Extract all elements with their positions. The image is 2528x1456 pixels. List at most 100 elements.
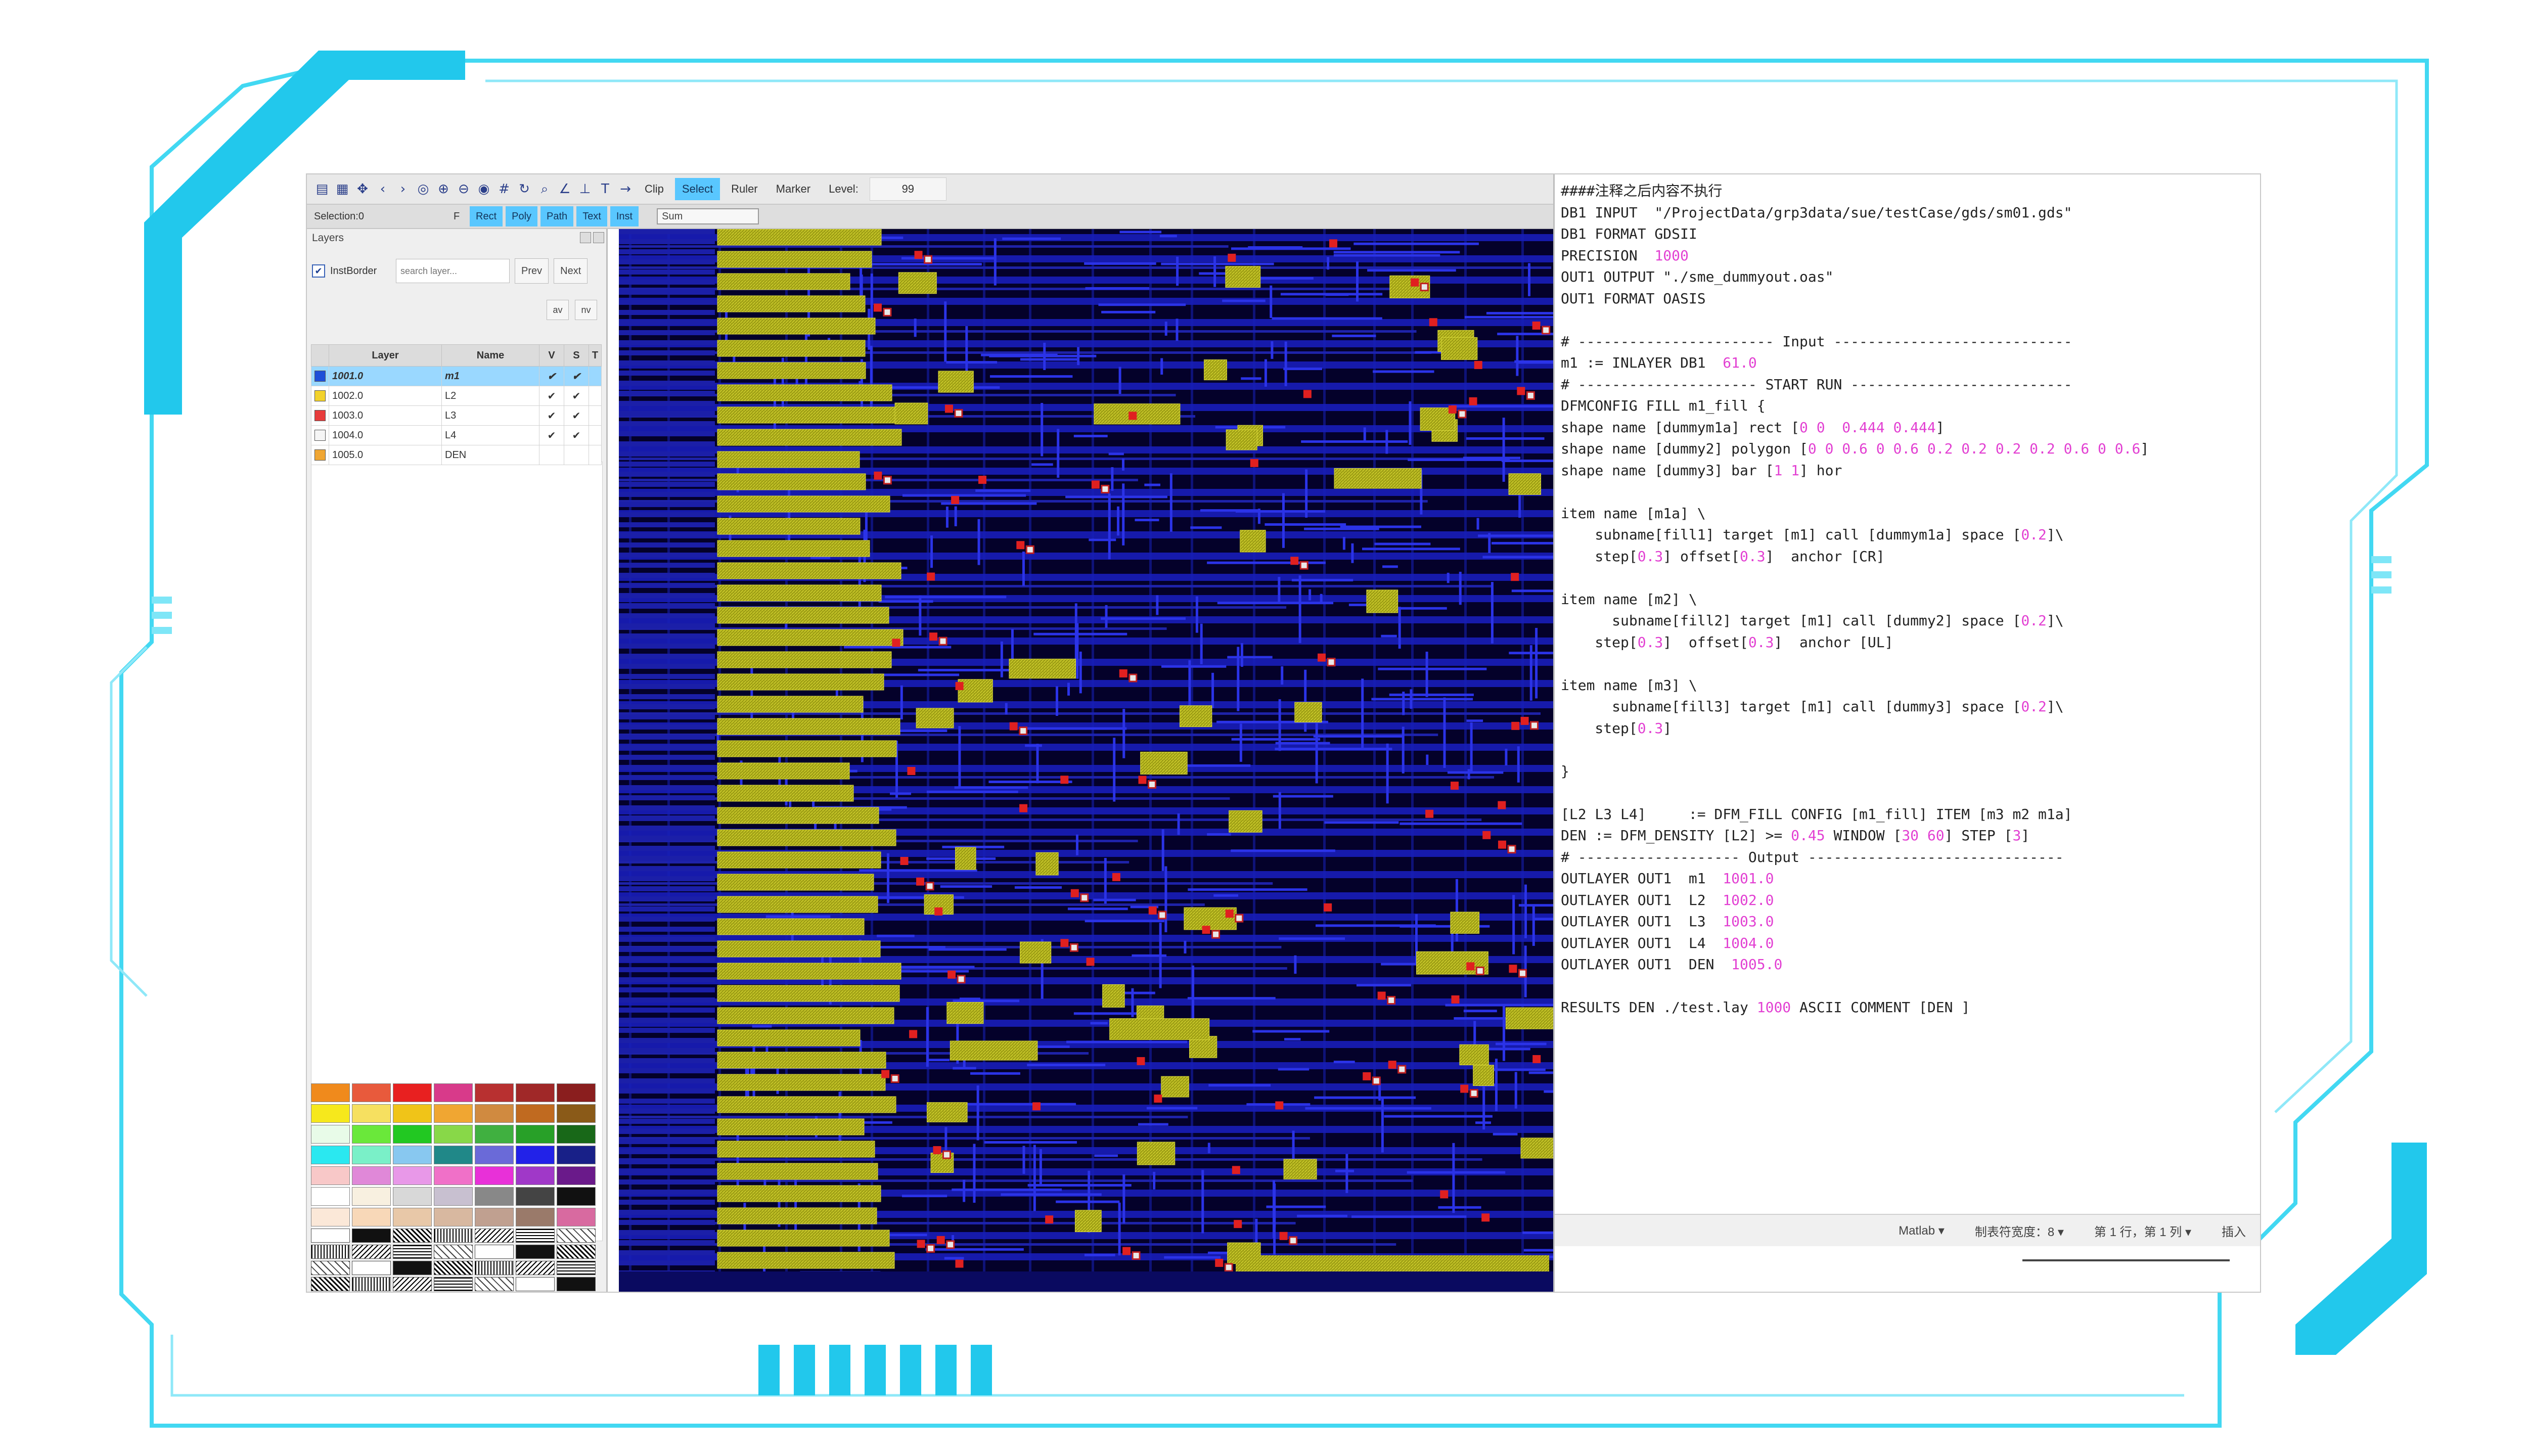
- palette-color-swatch[interactable]: [311, 1083, 350, 1102]
- all-visible-button[interactable]: av: [547, 300, 569, 320]
- move-icon[interactable]: ✥: [354, 181, 371, 197]
- fill-pattern-swatch[interactable]: [393, 1228, 432, 1243]
- palette-color-swatch[interactable]: [311, 1208, 350, 1226]
- eye-icon[interactable]: ◉: [476, 181, 492, 197]
- visible-column-header[interactable]: V: [539, 344, 564, 367]
- fill-pattern-swatch[interactable]: [557, 1245, 596, 1259]
- palette-color-swatch[interactable]: [393, 1187, 432, 1206]
- fill-pattern-swatch[interactable]: [311, 1277, 350, 1291]
- fill-pattern-swatch[interactable]: [393, 1245, 432, 1259]
- layer-color-swatch-box[interactable]: [314, 410, 326, 422]
- fill-pattern-swatch[interactable]: [434, 1245, 473, 1259]
- zoom-out-icon[interactable]: ⊖: [456, 181, 472, 197]
- palette-color-swatch[interactable]: [393, 1146, 432, 1164]
- palette-color-swatch[interactable]: [475, 1166, 514, 1185]
- fill-pattern-swatch[interactable]: [352, 1245, 391, 1259]
- palette-color-swatch[interactable]: [475, 1125, 514, 1144]
- palette-color-swatch[interactable]: [434, 1083, 473, 1102]
- layer-column-header[interactable]: Layer: [329, 344, 442, 367]
- fill-pattern-swatch[interactable]: [434, 1261, 473, 1275]
- mode-text[interactable]: Text: [576, 206, 607, 226]
- palette-color-swatch[interactable]: [434, 1187, 473, 1206]
- palette-color-swatch[interactable]: [311, 1146, 350, 1164]
- palette-color-swatch[interactable]: [434, 1146, 473, 1164]
- fill-pattern-swatch[interactable]: [434, 1228, 473, 1243]
- sum-field[interactable]: Sum: [657, 208, 759, 224]
- layer-color-swatch-box[interactable]: [314, 430, 326, 441]
- palette-color-swatch[interactable]: [516, 1083, 555, 1102]
- palette-color-swatch[interactable]: [557, 1125, 596, 1144]
- palette-color-swatch[interactable]: [352, 1166, 391, 1185]
- fill-pattern-swatch[interactable]: [311, 1228, 350, 1243]
- palette-color-swatch[interactable]: [393, 1125, 432, 1144]
- fill-pattern-swatch[interactable]: [557, 1277, 596, 1291]
- prev-button[interactable]: Prev: [515, 258, 549, 284]
- search-icon[interactable]: ⌕: [536, 181, 553, 197]
- back-icon[interactable]: ‹: [375, 181, 391, 197]
- text-check[interactable]: [588, 366, 602, 386]
- zoom-in-icon[interactable]: ⊕: [435, 181, 452, 197]
- selectable-check[interactable]: ✔: [563, 425, 589, 445]
- fill-pattern-swatch[interactable]: [475, 1261, 514, 1275]
- fill-pattern-swatch[interactable]: [434, 1277, 473, 1291]
- selectable-check[interactable]: ✔: [563, 366, 589, 386]
- palette-color-swatch[interactable]: [557, 1187, 596, 1206]
- arrow-icon[interactable]: →: [617, 181, 634, 197]
- fill-pattern-swatch[interactable]: [393, 1277, 432, 1291]
- palette-color-swatch[interactable]: [352, 1146, 391, 1164]
- fill-pattern-swatch[interactable]: [557, 1261, 596, 1275]
- target-icon[interactable]: ◎: [415, 181, 431, 197]
- palette-color-swatch[interactable]: [311, 1187, 350, 1206]
- text-check[interactable]: [588, 425, 602, 445]
- selectable-column-header[interactable]: S: [563, 344, 589, 367]
- anchor-icon[interactable]: ⊥: [577, 181, 593, 197]
- palette-color-swatch[interactable]: [393, 1166, 432, 1185]
- palette-color-swatch[interactable]: [475, 1083, 514, 1102]
- fill-pattern-swatch[interactable]: [311, 1245, 350, 1259]
- forward-icon[interactable]: ›: [395, 181, 411, 197]
- palette-color-swatch[interactable]: [311, 1104, 350, 1123]
- layer-row[interactable]: 1005.0 DEN: [311, 445, 602, 465]
- layer-row[interactable]: 1002.0 L2 ✔ ✔: [311, 386, 602, 406]
- panel-float-icon[interactable]: [580, 232, 591, 243]
- palette-color-swatch[interactable]: [475, 1187, 514, 1206]
- palette-color-swatch[interactable]: [352, 1208, 391, 1226]
- palette-color-swatch[interactable]: [434, 1208, 473, 1226]
- fill-pattern-swatch[interactable]: [352, 1261, 391, 1275]
- palette-color-swatch[interactable]: [352, 1104, 391, 1123]
- layer-row[interactable]: 1001.0 m1 ✔ ✔: [311, 366, 602, 386]
- layer-row[interactable]: 1003.0 L3 ✔ ✔: [311, 405, 602, 426]
- fill-pattern-swatch[interactable]: [352, 1228, 391, 1243]
- fill-pattern-swatch[interactable]: [475, 1228, 514, 1243]
- palette-color-swatch[interactable]: [557, 1083, 596, 1102]
- layer-color-swatch-box[interactable]: [314, 449, 326, 461]
- text-check[interactable]: [588, 386, 602, 406]
- palette-color-swatch[interactable]: [434, 1104, 473, 1123]
- palette-color-swatch[interactable]: [352, 1083, 391, 1102]
- name-column-header[interactable]: Name: [441, 344, 539, 367]
- palette-color-swatch[interactable]: [557, 1146, 596, 1164]
- inst-border-checkbox[interactable]: ✔: [312, 264, 325, 278]
- fill-pattern-swatch[interactable]: [475, 1245, 514, 1259]
- palette-color-swatch[interactable]: [516, 1208, 555, 1226]
- palette-color-swatch[interactable]: [475, 1208, 514, 1226]
- fill-pattern-swatch[interactable]: [557, 1228, 596, 1243]
- palette-color-swatch[interactable]: [434, 1125, 473, 1144]
- text-icon[interactable]: T: [597, 181, 613, 197]
- language-selector[interactable]: Matlab ▾: [1899, 1223, 1945, 1238]
- layout-canvas[interactable]: [619, 229, 1640, 1292]
- layers-grid-icon[interactable]: #: [496, 181, 512, 197]
- palette-color-swatch[interactable]: [516, 1166, 555, 1185]
- palette-color-swatch[interactable]: [393, 1104, 432, 1123]
- mode-rect[interactable]: Rect: [470, 206, 503, 226]
- rule-script-editor[interactable]: ####注释之后内容不执行 DB1 INPUT "/ProjectData/grp…: [1553, 174, 2260, 1292]
- fill-pattern-swatch[interactable]: [475, 1277, 514, 1291]
- fill-pattern-swatch[interactable]: [393, 1261, 432, 1275]
- fill-pattern-swatch[interactable]: [516, 1261, 555, 1275]
- palette-color-swatch[interactable]: [393, 1083, 432, 1102]
- clip-button[interactable]: Clip: [638, 178, 671, 200]
- palette-color-swatch[interactable]: [516, 1187, 555, 1206]
- selectable-check[interactable]: ✔: [563, 386, 589, 406]
- text-check[interactable]: [588, 445, 602, 465]
- palette-color-swatch[interactable]: [311, 1125, 350, 1144]
